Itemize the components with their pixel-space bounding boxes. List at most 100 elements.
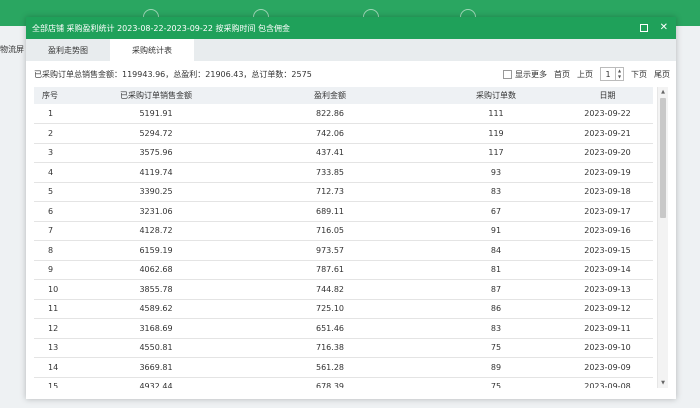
dialog-title: 全部店铺 采购盈利统计 2023-08-22-2023-09-22 按采购时间 …: [32, 23, 291, 33]
table-scrollbar[interactable]: ▲ ▼: [657, 87, 668, 388]
profit-cell: 742.06: [316, 128, 344, 138]
sales-cell: 3168.69: [139, 323, 173, 333]
table-row[interactable]: 7 4128.72 716.05 91 2023-09-16: [34, 221, 653, 241]
index-cell: 12: [48, 323, 59, 333]
scroll-down-icon[interactable]: ▼: [658, 378, 668, 388]
table-row[interactable]: 8 6159.19 973.57 84 2023-09-15: [34, 241, 653, 260]
sales-cell: 4062.68: [139, 265, 173, 275]
sales-cell: 4932.44: [139, 382, 173, 388]
tab-purchase-stats[interactable]: 采购统计表: [110, 39, 194, 61]
column-header-profit[interactable]: 盈利金额: [230, 87, 430, 104]
index-cell: 8: [48, 245, 54, 255]
date-cell: 2023-09-20: [584, 148, 631, 158]
table-row[interactable]: 6 3231.06 689.11 67 2023-09-17: [34, 202, 653, 221]
profit-cell: 716.05: [316, 226, 344, 236]
close-icon[interactable]: ✕: [660, 23, 668, 33]
index-cell: 9: [48, 265, 54, 275]
table-row[interactable]: 3 3575.96 437.41 117 2023-09-20: [34, 143, 653, 163]
orders-cell: 91: [490, 226, 502, 236]
date-cell: 2023-09-10: [584, 343, 631, 353]
maximize-icon[interactable]: [639, 24, 648, 32]
table-row[interactable]: 11 4589.62 725.10 86 2023-09-12: [34, 299, 653, 319]
table-row[interactable]: 12 3168.69 651.46 83 2023-09-11: [34, 319, 653, 338]
dialog-titlebar[interactable]: 全部店铺 采购盈利统计 2023-08-22-2023-09-22 按采购时间 …: [26, 17, 676, 39]
orders-cell: 119: [488, 128, 504, 138]
index-cell: 5: [48, 187, 54, 197]
table-row[interactable]: 4 4119.74 733.85 93 2023-09-19: [34, 163, 653, 182]
table-row[interactable]: 9 4062.68 787.61 81 2023-09-14: [34, 260, 653, 280]
profit-cell: 678.39: [316, 382, 344, 388]
table-header-row: 序号 已采购订单销售金额 盈利金额 采购订单数 日期: [34, 87, 653, 104]
orders-cell: 84: [490, 245, 502, 255]
date-cell: 2023-09-09: [584, 362, 631, 372]
index-cell: 6: [48, 206, 54, 216]
orders-cell: 83: [490, 323, 502, 333]
profit-cell: 822.86: [316, 109, 344, 118]
tab-profit-trend[interactable]: 盈利走势图: [26, 39, 110, 61]
orders-cell: 89: [490, 362, 502, 372]
date-cell: 2023-09-13: [584, 284, 631, 294]
orders-cell: 117: [488, 148, 504, 158]
profit-cell: 787.61: [316, 265, 344, 275]
sales-cell: 4589.62: [139, 304, 173, 314]
first-page-link[interactable]: 首页: [554, 69, 570, 80]
sales-cell: 3390.25: [139, 187, 173, 197]
orders-cell: 67: [490, 206, 502, 216]
show-more-toggle[interactable]: 显示更多: [503, 69, 547, 80]
info-bar: 已采购订单总销售金额：119943.96，总盈利：21906.43，总订单数：2…: [26, 61, 676, 87]
index-cell: 3: [48, 148, 54, 158]
index-cell: 7: [48, 226, 54, 236]
date-cell: 2023-09-21: [584, 128, 631, 138]
pager: 显示更多 首页 上页 1 ▲ ▼ 下页 尾页: [503, 67, 670, 81]
sales-cell: 3575.96: [139, 148, 173, 158]
sales-cell: 3669.81: [139, 362, 173, 372]
table-row[interactable]: 13 4550.81 716.38 75 2023-09-10: [34, 338, 653, 358]
orders-cell: 75: [490, 343, 502, 353]
profit-cell: 725.10: [316, 304, 344, 314]
scrollbar-thumb[interactable]: [660, 98, 666, 218]
orders-cell: 86: [490, 304, 502, 314]
orders-cell: 111: [488, 109, 504, 118]
orders-cell: 83: [490, 187, 502, 197]
profit-stats-dialog: 全部店铺 采购盈利统计 2023-08-22-2023-09-22 按采购时间 …: [26, 17, 676, 399]
profit-cell: 716.38: [316, 343, 344, 353]
table-row[interactable]: 15 4932.44 678.39 75 2023-09-08: [34, 377, 653, 388]
sales-cell: 5191.91: [139, 109, 173, 118]
table-row[interactable]: 2 5294.72 742.06 119 2023-09-21: [34, 124, 653, 143]
column-header-orders[interactable]: 采购订单数: [430, 87, 562, 104]
sidebar-label[interactable]: 物流屏: [0, 44, 24, 55]
date-cell: 2023-09-11: [584, 323, 631, 333]
table-row[interactable]: 14 3669.81 561.28 89 2023-09-09: [34, 358, 653, 377]
sales-cell: 4119.74: [139, 167, 173, 177]
index-cell: 1: [48, 109, 54, 118]
table-row[interactable]: 5 3390.25 712.73 83 2023-09-18: [34, 182, 653, 202]
prev-page-link[interactable]: 上页: [577, 69, 593, 80]
sales-cell: 4128.72: [139, 226, 173, 236]
orders-cell: 75: [490, 382, 502, 388]
next-page-link[interactable]: 下页: [631, 69, 647, 80]
date-cell: 2023-09-16: [584, 226, 631, 236]
profit-cell: 744.82: [316, 284, 344, 294]
stats-table-container: 序号 已采购订单销售金额 盈利金额 采购订单数 日期 1 5191.91 822.8…: [34, 87, 668, 388]
date-cell: 2023-09-18: [584, 187, 631, 197]
table-row[interactable]: 1 5191.91 822.86 111 2023-09-22: [34, 104, 653, 124]
column-header-date[interactable]: 日期: [562, 87, 653, 104]
date-cell: 2023-09-08: [584, 382, 631, 388]
stepper-down-icon[interactable]: ▼: [616, 74, 623, 80]
table-row[interactable]: 10 3855.78 744.82 87 2023-09-13: [34, 280, 653, 299]
last-page-link[interactable]: 尾页: [654, 69, 670, 80]
checkbox-icon[interactable]: [503, 69, 513, 79]
profit-cell: 712.73: [316, 187, 344, 197]
stats-table: 序号 已采购订单销售金额 盈利金额 采购订单数 日期 1 5191.91 822.8…: [34, 87, 653, 388]
date-cell: 2023-09-15: [584, 245, 631, 255]
sales-cell: 3231.06: [139, 206, 173, 216]
column-header-index[interactable]: 序号: [34, 87, 82, 104]
page-number-input[interactable]: 1 ▲ ▼: [600, 67, 624, 81]
sales-cell: 4550.81: [139, 343, 173, 353]
sales-cell: 5294.72: [139, 128, 173, 138]
column-header-sales[interactable]: 已采购订单销售金额: [82, 87, 230, 104]
page-number-value[interactable]: 1: [601, 70, 615, 79]
sales-cell: 3855.78: [139, 284, 173, 294]
scroll-up-icon[interactable]: ▲: [658, 87, 668, 97]
page-stepper[interactable]: ▲ ▼: [615, 68, 623, 80]
